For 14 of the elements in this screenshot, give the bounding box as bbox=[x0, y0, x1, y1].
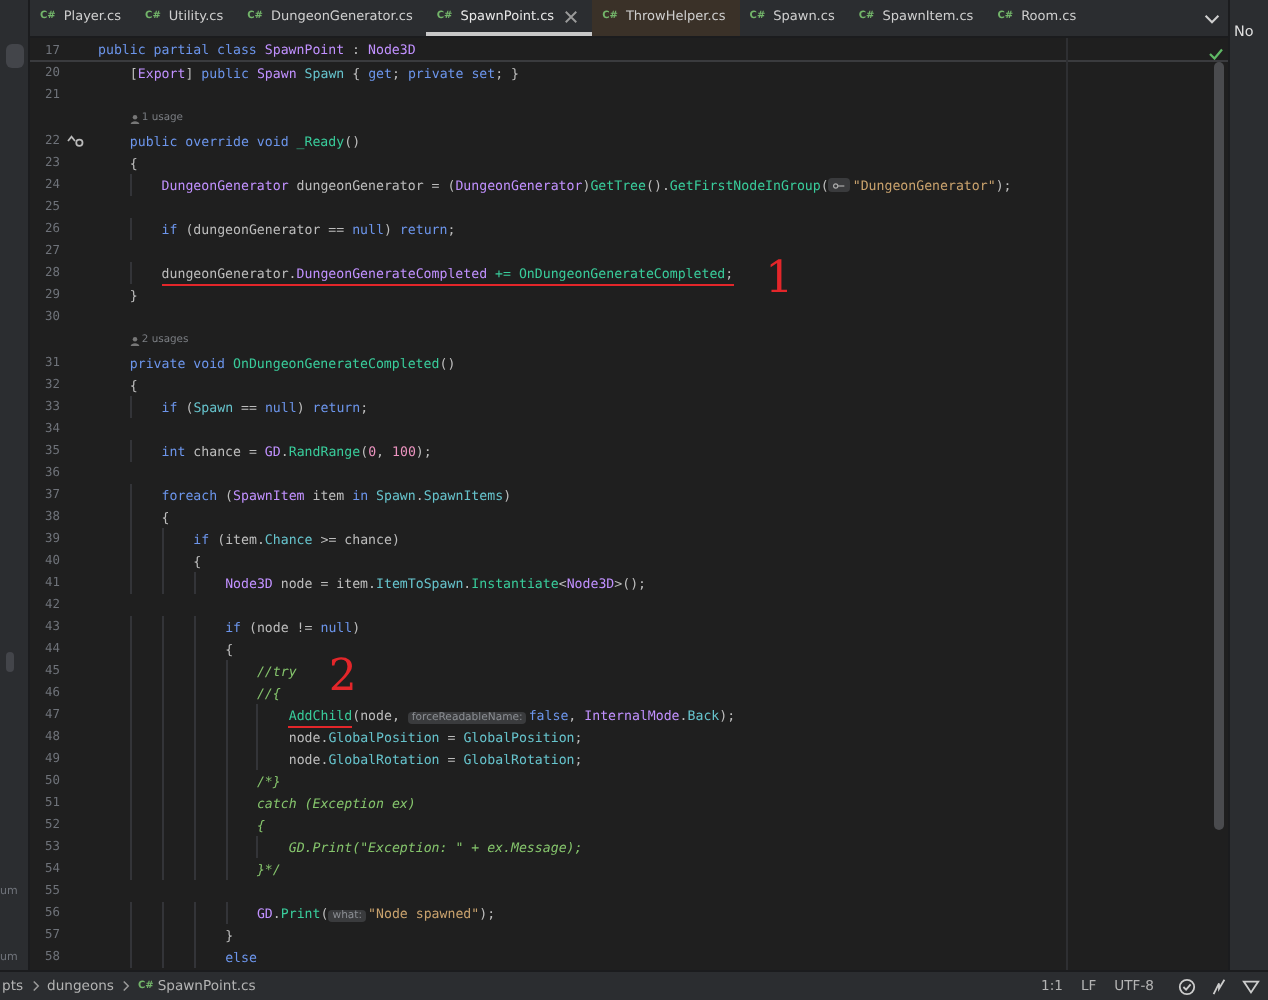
close-icon[interactable] bbox=[564, 9, 579, 23]
annotation-number: 2 bbox=[328, 653, 357, 701]
chevron-down-icon[interactable] bbox=[1204, 13, 1220, 23]
lightning-icon[interactable] bbox=[1210, 977, 1228, 995]
checkmark-icon bbox=[1208, 48, 1224, 60]
person-icon bbox=[129, 335, 140, 345]
chevron-right-icon bbox=[31, 980, 40, 992]
chevron-right-icon bbox=[121, 980, 130, 992]
scrollbar-thumb[interactable] bbox=[1214, 62, 1224, 830]
person-icon bbox=[129, 113, 140, 123]
override-gutter-icon[interactable] bbox=[66, 134, 84, 148]
funnel-icon[interactable] bbox=[1242, 977, 1260, 995]
annotation-number: 1 bbox=[765, 255, 794, 303]
check-circle-icon[interactable] bbox=[1178, 977, 1196, 995]
